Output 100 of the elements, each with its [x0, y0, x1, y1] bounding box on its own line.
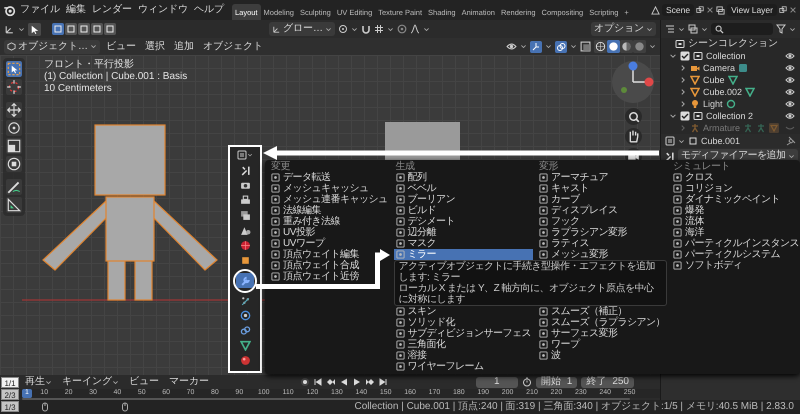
logo-icon[interactable]	[3, 4, 16, 16]
menu-item[interactable]: 溶接	[394, 350, 533, 361]
menu-item[interactable]: 頂点ウェイト編集	[269, 249, 390, 260]
rotate-icon[interactable]	[6, 120, 22, 136]
tree-item-label[interactable]: Light	[703, 98, 723, 110]
mode-dropdown[interactable]: オブジェクト…	[4, 40, 100, 54]
menu-item[interactable]: アーマチュア	[537, 172, 667, 183]
menu-item[interactable]: 海洋	[671, 227, 800, 238]
shading-sphere-icon[interactable]	[620, 40, 633, 53]
properties-tab[interactable]	[236, 273, 254, 288]
menu-item[interactable]: UVワープ	[269, 238, 390, 249]
circle-icon[interactable]	[726, 99, 736, 109]
caret-icon[interactable]	[18, 26, 25, 32]
transform-icon[interactable]	[6, 156, 22, 172]
pivot-icon[interactable]	[338, 24, 348, 34]
next-keyframe-icon[interactable]	[364, 377, 375, 387]
menu-item[interactable]: 編集	[64, 4, 88, 16]
selection-mode-icon[interactable]	[52, 23, 64, 35]
tree-item-label[interactable]: Camera	[703, 62, 736, 74]
menu-item[interactable]: ダイナミックペイント	[671, 194, 800, 205]
copy-icon[interactable]	[696, 6, 704, 14]
navigation-gizmo[interactable]	[610, 59, 656, 105]
hand-icon[interactable]	[624, 128, 642, 145]
cone-icon[interactable]	[650, 6, 660, 14]
start-frame-field[interactable]: 開始 1	[536, 376, 578, 388]
menu-item[interactable]: サーフェス変形	[537, 328, 667, 339]
square-icon[interactable]	[738, 63, 748, 73]
caret-icon[interactable]	[678, 138, 685, 144]
layers-icon[interactable]	[716, 6, 726, 14]
caret-icon[interactable]	[669, 112, 677, 120]
eye-icon[interactable]	[785, 75, 795, 85]
caret-icon[interactable]	[678, 26, 685, 32]
caret-icon[interactable]	[679, 64, 687, 72]
menu-item[interactable]: ファイル	[18, 4, 62, 16]
curve-icon[interactable]	[410, 24, 420, 34]
caret-icon[interactable]	[649, 43, 656, 50]
caret-icon[interactable]	[247, 152, 253, 158]
menu-item[interactable]: ベベル	[394, 183, 533, 194]
copy-icon[interactable]	[779, 6, 787, 14]
close-icon[interactable]	[789, 6, 797, 14]
collection-icon[interactable]	[693, 111, 703, 121]
eye-icon[interactable]	[785, 99, 795, 109]
menu-item[interactable]: スキン	[394, 306, 533, 317]
menu-item[interactable]: ビルド	[394, 205, 533, 216]
checkbox[interactable]	[680, 111, 690, 121]
menu-item[interactable]: ブーリアン	[394, 194, 533, 205]
eye-icon[interactable]	[785, 111, 795, 121]
move-icon[interactable]	[6, 102, 22, 118]
menu-item[interactable]: ヘルプ	[192, 4, 226, 16]
scene-field[interactable]: Scene	[662, 4, 694, 16]
axes-icon[interactable]	[4, 24, 15, 34]
funnel-icon[interactable]	[776, 24, 786, 34]
close-icon[interactable]	[706, 6, 714, 14]
menu-item[interactable]: 追加	[171, 40, 197, 52]
page-indicator[interactable]: 2/3	[1, 389, 19, 400]
prev-keyframe-icon[interactable]	[326, 377, 336, 387]
menu-item[interactable]: 重み付き法線	[269, 216, 390, 227]
tools-icon[interactable]	[664, 150, 675, 162]
caret-icon[interactable]	[423, 26, 430, 32]
menu-item[interactable]: レンダー	[90, 4, 134, 16]
selection-mode-icon[interactable]	[91, 23, 103, 35]
caret-icon[interactable]	[351, 26, 358, 32]
scale-icon[interactable]	[6, 138, 22, 154]
caret-icon[interactable]	[570, 43, 577, 50]
play-icon[interactable]	[352, 377, 362, 387]
cursor-icon[interactable]	[6, 79, 22, 95]
properties-icon[interactable]	[665, 136, 675, 146]
menu-item[interactable]: キャスト	[537, 183, 667, 194]
current-frame-field[interactable]: 1	[476, 376, 518, 388]
options-dropdown[interactable]: オプション	[591, 22, 656, 36]
caret-icon[interactable]	[789, 26, 796, 32]
pin-icon[interactable]	[786, 136, 796, 146]
caret-icon[interactable]	[701, 26, 708, 32]
page-indicator[interactable]: 1/3	[1, 401, 19, 412]
eye-icon[interactable]	[785, 87, 795, 97]
caret-icon[interactable]	[669, 52, 677, 60]
menu-item[interactable]: フック	[537, 216, 667, 227]
caret-icon[interactable]	[387, 26, 394, 32]
menu-item[interactable]: ソフトボディ	[671, 260, 800, 271]
overlay-icon[interactable]	[555, 40, 567, 52]
menu-item[interactable]: カーブ	[537, 194, 667, 205]
jump-end-icon[interactable]	[378, 377, 388, 387]
selection-mode-icon[interactable]	[65, 23, 77, 35]
selection-mode-icon[interactable]	[104, 23, 116, 35]
magnet-icon[interactable]	[361, 24, 371, 34]
menu-item[interactable]: UV投影	[269, 227, 390, 238]
menu-item[interactable]: ビュー	[103, 40, 139, 52]
menu-item[interactable]: 流体	[671, 216, 800, 227]
menu-item[interactable]: ウィンドウ	[136, 4, 190, 16]
menu-item[interactable]: ワイヤーフレーム	[394, 361, 533, 372]
menu-item[interactable]: デシメート	[394, 216, 533, 227]
stopwatch-icon[interactable]	[522, 377, 532, 387]
menu-item[interactable]: ラティス	[537, 238, 667, 249]
menu-item[interactable]: メッシュ連番キャッシュ	[269, 194, 390, 205]
menu-item[interactable]: 三角面化	[394, 339, 533, 350]
gizmo-icon[interactable]	[530, 40, 542, 52]
menu-item[interactable]: 頂点ウェイト合成	[269, 260, 390, 271]
list-icon[interactable]	[665, 24, 675, 34]
camera-icon[interactable]	[690, 63, 700, 73]
jump-start-icon[interactable]	[312, 377, 323, 387]
